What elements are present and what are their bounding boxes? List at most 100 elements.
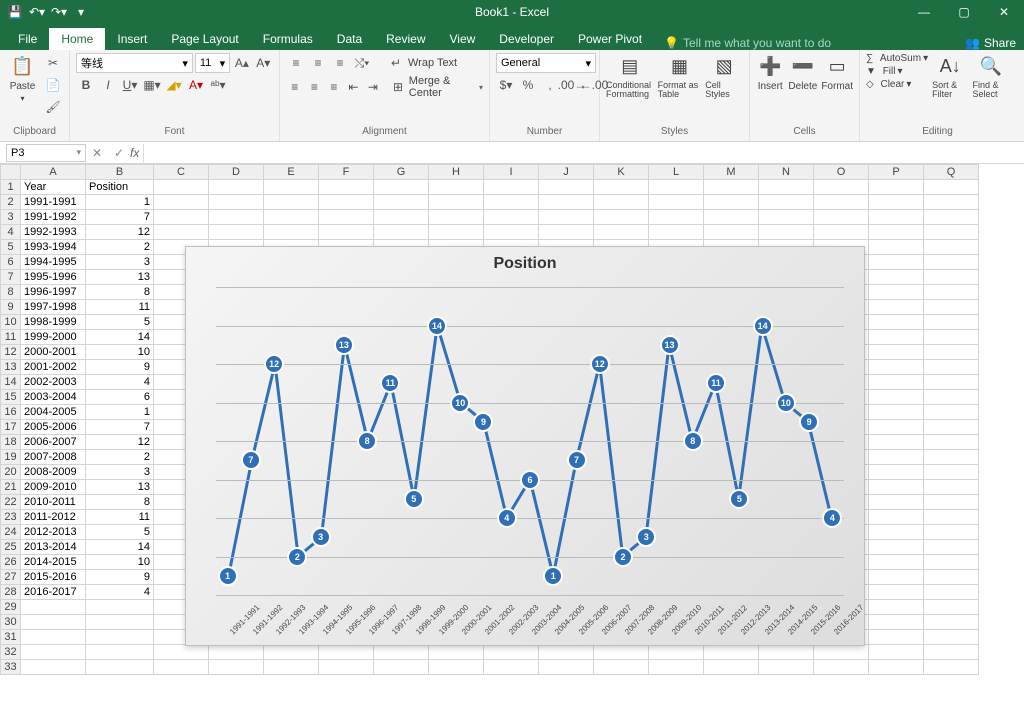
cell[interactable]	[869, 420, 924, 435]
cell[interactable]: 2012-2013	[21, 525, 86, 540]
cell[interactable]	[869, 225, 924, 240]
format-painter-icon[interactable]: 🖌	[43, 97, 63, 117]
cell[interactable]: 1997-1998	[21, 300, 86, 315]
currency-icon[interactable]: $▾	[496, 75, 516, 95]
cell[interactable]	[484, 225, 539, 240]
find-select-button[interactable]: 🔍Find & Select	[973, 53, 1009, 99]
cell[interactable]: 2005-2006	[21, 420, 86, 435]
cell[interactable]: 7	[86, 210, 154, 225]
cell[interactable]: Position	[86, 180, 154, 195]
cell[interactable]: 2009-2010	[21, 480, 86, 495]
row-header[interactable]: 23	[1, 510, 21, 525]
cell[interactable]	[924, 480, 979, 495]
cell[interactable]: 2004-2005	[21, 405, 86, 420]
row-header[interactable]: 29	[1, 600, 21, 615]
row-header[interactable]: 3	[1, 210, 21, 225]
cell[interactable]: 2	[86, 450, 154, 465]
row-header[interactable]: 21	[1, 480, 21, 495]
row-header[interactable]: 10	[1, 315, 21, 330]
cell[interactable]	[924, 510, 979, 525]
cell[interactable]	[924, 465, 979, 480]
tell-me[interactable]: 💡Tell me what you want to do	[654, 36, 831, 50]
cell[interactable]	[319, 210, 374, 225]
cell[interactable]	[924, 525, 979, 540]
col-header-K[interactable]: K	[594, 165, 649, 180]
copy-icon[interactable]: 📄	[43, 75, 63, 95]
shrink-font-icon[interactable]: A▾	[254, 53, 273, 73]
tab-formulas[interactable]: Formulas	[251, 28, 325, 50]
row-header[interactable]: 8	[1, 285, 21, 300]
format-cells-button[interactable]: ▭Format	[821, 53, 853, 92]
wrap-text-label[interactable]: Wrap Text	[408, 57, 457, 69]
row-header[interactable]: 11	[1, 330, 21, 345]
cell[interactable]	[924, 210, 979, 225]
cell[interactable]: 2014-2015	[21, 555, 86, 570]
cell[interactable]	[869, 315, 924, 330]
cell[interactable]: 14	[86, 330, 154, 345]
delete-cells-button[interactable]: ➖Delete	[788, 53, 817, 92]
cell[interactable]	[924, 255, 979, 270]
cell[interactable]	[649, 645, 704, 660]
cell[interactable]	[539, 180, 594, 195]
cell[interactable]: 3	[86, 465, 154, 480]
cell[interactable]	[759, 195, 814, 210]
cell[interactable]	[869, 345, 924, 360]
row-header[interactable]: 27	[1, 570, 21, 585]
tab-developer[interactable]: Developer	[487, 28, 566, 50]
cell[interactable]	[209, 180, 264, 195]
col-header-Q[interactable]: Q	[924, 165, 979, 180]
worksheet-area[interactable]: ABCDEFGHIJKLMNOPQ1YearPosition21991-1991…	[0, 164, 1024, 724]
cell[interactable]	[429, 210, 484, 225]
cell[interactable]	[649, 225, 704, 240]
cell[interactable]	[924, 330, 979, 345]
cell[interactable]	[759, 225, 814, 240]
cell[interactable]	[869, 375, 924, 390]
increase-indent-icon[interactable]: ⇥	[364, 77, 382, 97]
align-middle-icon[interactable]: ≡	[308, 53, 328, 73]
col-header-G[interactable]: G	[374, 165, 429, 180]
cell[interactable]	[869, 240, 924, 255]
orientation-icon[interactable]: ⤭▾	[352, 53, 372, 73]
cell[interactable]: 2010-2011	[21, 495, 86, 510]
font-family-select[interactable]: 等线▾	[76, 53, 193, 73]
cell[interactable]	[86, 630, 154, 645]
cell[interactable]	[374, 225, 429, 240]
cell[interactable]	[924, 570, 979, 585]
cell[interactable]	[86, 660, 154, 675]
insert-cells-button[interactable]: ➕Insert	[756, 53, 784, 92]
col-header-P[interactable]: P	[869, 165, 924, 180]
row-header[interactable]: 20	[1, 465, 21, 480]
align-bottom-icon[interactable]: ≡	[330, 53, 350, 73]
row-header[interactable]: 13	[1, 360, 21, 375]
row-header[interactable]: 18	[1, 435, 21, 450]
italic-button[interactable]: I	[98, 75, 118, 95]
tab-file[interactable]: File	[6, 28, 49, 50]
cell[interactable]	[429, 180, 484, 195]
cell[interactable]	[594, 645, 649, 660]
format-as-table-button[interactable]: ▦Format as Table	[658, 53, 702, 99]
cell[interactable]: 2008-2009	[21, 465, 86, 480]
row-header[interactable]: 30	[1, 615, 21, 630]
tab-review[interactable]: Review	[374, 28, 437, 50]
row-header[interactable]: 19	[1, 450, 21, 465]
cell[interactable]: 9	[86, 360, 154, 375]
percent-icon[interactable]: %	[518, 75, 538, 95]
align-top-icon[interactable]: ≡	[286, 53, 306, 73]
col-header-O[interactable]: O	[814, 165, 869, 180]
cell[interactable]	[209, 225, 264, 240]
row-header[interactable]: 14	[1, 375, 21, 390]
cell[interactable]	[924, 345, 979, 360]
cell[interactable]	[759, 180, 814, 195]
row-header[interactable]: 24	[1, 525, 21, 540]
cell[interactable]: 2002-2003	[21, 375, 86, 390]
cell[interactable]: 13	[86, 270, 154, 285]
cell[interactable]: 7	[86, 420, 154, 435]
cell[interactable]	[484, 195, 539, 210]
cell[interactable]	[759, 645, 814, 660]
cell[interactable]	[924, 300, 979, 315]
cell[interactable]	[869, 630, 924, 645]
decrease-indent-icon[interactable]: ⇤	[345, 77, 363, 97]
row-header[interactable]: 16	[1, 405, 21, 420]
col-header-C[interactable]: C	[154, 165, 209, 180]
cell[interactable]	[594, 210, 649, 225]
